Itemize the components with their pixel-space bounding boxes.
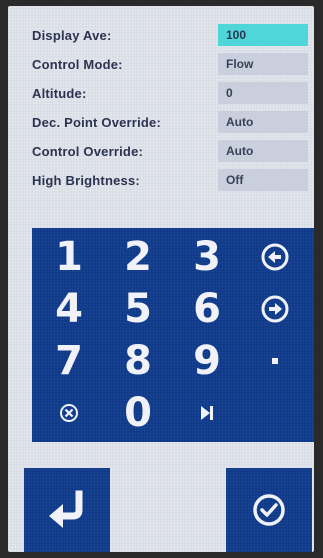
setting-value-dec-point-override[interactable]: Auto [218, 111, 308, 133]
enter-return-icon [49, 490, 83, 528]
key-4[interactable]: 4 [38, 284, 100, 334]
settings-list: Display Ave: 100 Control Mode: Flow Alti… [32, 24, 314, 198]
setting-label: Dec. Point Override: [32, 115, 161, 130]
key-left-arrow[interactable] [244, 232, 306, 282]
setting-row-control-override: Control Override: Auto [32, 140, 314, 164]
key-8[interactable]: 8 [107, 336, 169, 386]
decimal-point-icon [272, 358, 278, 364]
key-skip[interactable] [176, 388, 238, 438]
setting-value-display-ave[interactable]: 100 [218, 24, 308, 46]
setting-label: Control Mode: [32, 57, 123, 72]
arrow-left-circle-icon [261, 243, 289, 271]
check-circle-icon [253, 494, 285, 526]
setting-row-altitude: Altitude: 0 [32, 82, 314, 106]
setting-label: Control Override: [32, 144, 144, 159]
setting-value-altitude[interactable]: 0 [218, 82, 308, 104]
setting-value-high-brightness[interactable]: Off [218, 169, 308, 191]
skip-forward-icon [201, 406, 213, 420]
arrow-right-circle-icon [261, 295, 289, 323]
key-right-arrow[interactable] [244, 284, 306, 334]
key-7[interactable]: 7 [38, 336, 100, 386]
key-clear[interactable] [38, 388, 100, 438]
key-2[interactable]: 2 [107, 232, 169, 282]
key-0[interactable]: 0 [107, 388, 169, 438]
setting-label: Altitude: [32, 86, 87, 101]
key-decimal-point[interactable] [244, 336, 306, 386]
setting-label: High Brightness: [32, 173, 140, 188]
setting-row-dec-point-override: Dec. Point Override: Auto [32, 111, 314, 135]
setting-row-display-ave: Display Ave: 100 [32, 24, 314, 48]
setting-row-high-brightness: High Brightness: Off [32, 169, 314, 193]
clear-circle-icon [60, 404, 78, 422]
key-6[interactable]: 6 [176, 284, 238, 334]
key-1[interactable]: 1 [38, 232, 100, 282]
setting-row-control-mode: Control Mode: Flow [32, 53, 314, 77]
device-bezel: Display Ave: 100 Control Mode: Flow Alti… [0, 0, 323, 558]
setting-value-control-mode[interactable]: Flow [218, 53, 308, 75]
enter-button[interactable] [24, 468, 110, 552]
numeric-keypad: 1 2 3 4 5 6 7 8 9 0 [32, 228, 314, 442]
confirm-button[interactable] [226, 468, 312, 552]
key-3[interactable]: 3 [176, 232, 238, 282]
screen: Display Ave: 100 Control Mode: Flow Alti… [8, 6, 314, 552]
key-9[interactable]: 9 [176, 336, 238, 386]
setting-value-control-override[interactable]: Auto [218, 140, 308, 162]
key-5[interactable]: 5 [107, 284, 169, 334]
setting-label: Display Ave: [32, 28, 112, 43]
